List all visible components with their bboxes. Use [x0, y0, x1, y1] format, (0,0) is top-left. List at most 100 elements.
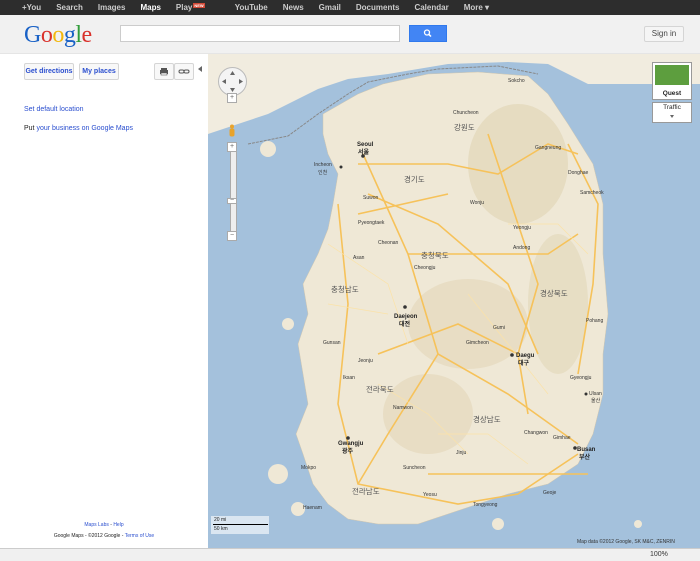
- place-label: Cheonan: [378, 240, 399, 246]
- print-button[interactable]: [154, 63, 174, 80]
- logo-letter: G: [24, 22, 41, 48]
- place-label: Cheongju: [414, 265, 436, 271]
- nav-news[interactable]: News: [283, 0, 304, 15]
- nav-gmail[interactable]: Gmail: [319, 0, 341, 15]
- map-graphic: 강원도 경기도 충청북도 충청남도 경상북도 전라북도 경상남도 전라남도 Se…: [208, 54, 700, 530]
- pan-control[interactable]: [218, 67, 247, 96]
- put-text: Put: [24, 125, 35, 132]
- place-label: Tongyeong: [473, 502, 498, 508]
- province-label: 경상남도: [473, 414, 501, 424]
- nav-youtube[interactable]: YouTube: [235, 0, 268, 15]
- scale-miles: 20 mi: [214, 517, 227, 523]
- city-label-kr: 부산: [579, 453, 591, 461]
- zoom-in-button[interactable]: +: [227, 142, 237, 152]
- zoom-slider[interactable]: [230, 142, 237, 234]
- business-promo: Put your business on Google Maps: [24, 125, 133, 132]
- link-button[interactable]: [174, 63, 194, 80]
- sign-in-button[interactable]: Sign in: [644, 26, 684, 42]
- place-label: Namwon: [393, 405, 413, 411]
- nav-you[interactable]: +You: [22, 0, 41, 15]
- city-label: Ulsan: [589, 391, 602, 397]
- new-badge: NEW: [193, 3, 205, 8]
- province-label: 충청북도: [421, 251, 449, 260]
- quest-layer-button[interactable]: Quest: [652, 62, 692, 100]
- place-label: Gyeongju: [570, 375, 592, 381]
- set-default-location-link[interactable]: Set default location: [24, 106, 84, 113]
- island: [282, 318, 294, 330]
- search-button[interactable]: [409, 25, 447, 42]
- place-label: Samcheok: [580, 190, 604, 196]
- maps-labs-link[interactable]: Maps Labs: [84, 522, 108, 528]
- nav-documents[interactable]: Documents: [356, 0, 400, 15]
- mountain-shade: [468, 104, 568, 224]
- place-label: Wonju: [470, 200, 484, 206]
- city-label-kr: 서울: [358, 148, 370, 156]
- place-label: Yeosu: [423, 492, 437, 498]
- nav-images[interactable]: Images: [98, 0, 126, 15]
- left-footer: Maps Labs - Help Google Maps - ©2012 Goo…: [0, 520, 208, 542]
- zoom-in-top-button[interactable]: +: [227, 93, 237, 103]
- island: [260, 141, 276, 157]
- island: [492, 518, 504, 530]
- island: [634, 520, 642, 528]
- place-label: Donghae: [568, 170, 589, 176]
- province-label: 충청남도: [331, 285, 359, 294]
- quest-thumbnail: [655, 65, 689, 85]
- province-label: 전라남도: [352, 486, 380, 496]
- pan-arrows-icon: [222, 71, 243, 92]
- nav-calendar[interactable]: Calendar: [414, 0, 448, 15]
- place-label: Pohang: [586, 318, 603, 324]
- place-label: Andong: [513, 245, 530, 251]
- city-label-kr: 대구: [518, 359, 530, 367]
- nav-search[interactable]: Search: [56, 0, 83, 15]
- chevron-down-icon: [670, 115, 674, 118]
- place-label: Geoje: [543, 490, 557, 496]
- place-label: Gunsan: [323, 340, 341, 346]
- nav-maps[interactable]: Maps: [140, 0, 160, 15]
- nav-play[interactable]: Play NEW: [176, 0, 220, 15]
- city-label: Seoul: [357, 142, 374, 148]
- google-logo[interactable]: Google: [24, 22, 92, 49]
- zoom-level[interactable]: 100%: [650, 549, 668, 561]
- print-icon: [160, 68, 168, 76]
- zoom-slider-thumb[interactable]: −: [227, 197, 237, 204]
- city-label-kr: 대전: [399, 320, 411, 328]
- top-nav: +You Search Images Maps Play NEW YouTube …: [22, 0, 504, 15]
- place-label: Suncheon: [403, 465, 426, 471]
- collapse-panel-icon[interactable]: [198, 66, 202, 72]
- province-label: 전라북도: [366, 384, 394, 394]
- left-panel: Get directions My places Set default loc…: [0, 54, 209, 548]
- pegman-icon[interactable]: [228, 124, 236, 137]
- scale-bar: 20 mi 50 km: [211, 516, 269, 534]
- scale-line: [213, 524, 268, 525]
- mountain-shade: [408, 279, 528, 369]
- place-label: Gangneung: [535, 145, 561, 151]
- help-link[interactable]: Help: [113, 522, 123, 528]
- place-label: Iksan: [343, 375, 355, 381]
- city-label-kr: 인천: [318, 169, 328, 176]
- place-label: Changwon: [524, 430, 548, 436]
- my-places-button[interactable]: My places: [79, 63, 119, 80]
- map-canvas[interactable]: 강원도 경기도 충청북도 충청남도 경상북도 전라북도 경상남도 전라남도 Se…: [208, 54, 700, 548]
- zoom-out-button[interactable]: −: [227, 231, 237, 241]
- scale-km: 50 km: [214, 526, 228, 532]
- get-directions-button[interactable]: Get directions: [24, 63, 74, 80]
- logo-letter: g: [63, 22, 76, 48]
- search-input[interactable]: [120, 25, 400, 42]
- traffic-button[interactable]: Traffic: [652, 102, 692, 123]
- city-label: Gwangju: [338, 441, 364, 447]
- city-label-kr: 광주: [342, 447, 354, 455]
- map-attribution: Map data ©2012 Google, SK M&C, ZENRIN: [577, 539, 675, 545]
- nav-more[interactable]: More ▾: [464, 0, 489, 15]
- terms-link[interactable]: Terms of Use: [125, 533, 154, 539]
- place-label: Gimcheon: [466, 340, 489, 346]
- place-label: Jeonju: [358, 358, 373, 364]
- place-label: Chuncheon: [453, 110, 479, 116]
- city-label: Daejeon: [394, 314, 418, 320]
- business-link[interactable]: your business on Google Maps: [36, 125, 133, 132]
- province-label: 경상북도: [540, 288, 568, 298]
- header: Google Sign in: [0, 15, 700, 54]
- province-label: 경기도: [404, 174, 425, 184]
- place-label: Mokpo: [301, 465, 316, 471]
- place-label: Gumi: [493, 325, 505, 331]
